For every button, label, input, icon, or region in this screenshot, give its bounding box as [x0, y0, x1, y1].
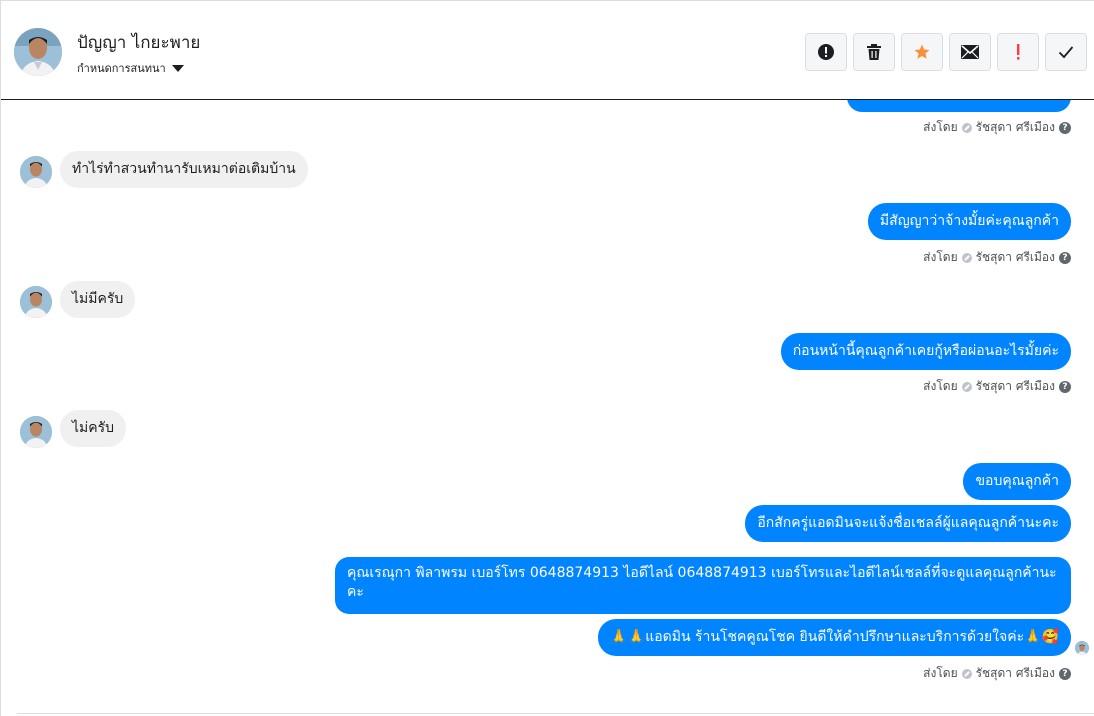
agent-avatar-icon: [961, 668, 972, 679]
sent-by-label: ส่งโดย รัชสุดา ศรีเมือง ?: [923, 118, 1071, 137]
delete-button[interactable]: [853, 33, 895, 71]
composer-divider: [17, 713, 1094, 714]
seen-avatar: [1075, 641, 1089, 655]
trash-icon: [866, 43, 882, 61]
sent-by-prefix: ส่งโดย: [923, 250, 958, 264]
agent-avatar-icon: [961, 252, 972, 263]
sent-by-agent: รัชสุดา ศรีเมือง: [975, 379, 1055, 393]
message-list[interactable]: ส่งโดย รัชสุดา ศรีเมือง ? ทำไร่ทำสวนทำนา…: [1, 100, 1094, 716]
sent-by-label: ส่งโดย รัชสุดา ศรีเมือง ?: [923, 248, 1071, 267]
message-bubble-outgoing[interactable]: ขอบคุณลูกค้า: [963, 463, 1071, 500]
message-bubble-outgoing[interactable]: คุณเรณุกา พิลาพรม เบอร์โทร 0648874913 ไอ…: [335, 557, 1071, 614]
sent-by-agent: รัชสุดา ศรีเมือง: [975, 250, 1055, 264]
contact-avatar-small: [20, 156, 52, 188]
conversation-panel: ปัญญา ไกยะพาย กำหนดการสนทนา ส่งโดย รัชสุ…: [0, 0, 1094, 716]
conversation-toolbar: [805, 33, 1087, 71]
mark-spam-button[interactable]: [805, 33, 847, 71]
sent-by-prefix: ส่งโดย: [923, 379, 958, 393]
sent-by-prefix: ส่งโดย: [923, 666, 958, 680]
help-icon[interactable]: ?: [1059, 667, 1071, 680]
message-bubble-incoming[interactable]: ทำไร่ทำสวนทำนารับเหมาต่อเติมบ้าน: [60, 151, 308, 188]
message-bubble-outgoing[interactable]: มีสัญญาว่าจ้างมั้ยค่ะคุณลูกค้า: [867, 203, 1071, 240]
assign-conversation-label: กำหนดการสนทนา: [77, 62, 166, 75]
contact-name: ปัญญา ไกยะพาย: [77, 33, 201, 53]
sent-by-agent: รัชสุดา ศรีเมือง: [975, 120, 1055, 134]
agent-avatar-icon: [961, 122, 972, 133]
help-icon[interactable]: ?: [1059, 380, 1071, 393]
sent-by-prefix: ส่งโดย: [923, 120, 958, 134]
help-icon[interactable]: ?: [1059, 251, 1071, 264]
caret-down-icon: [171, 64, 184, 72]
sent-by-label: ส่งโดย รัชสุดา ศรีเมือง ?: [923, 664, 1071, 683]
message-bubble-incoming[interactable]: ไม่มีครับ: [60, 281, 136, 318]
star-icon: [913, 43, 931, 61]
exclamation-icon: [1015, 43, 1021, 61]
follow-up-button[interactable]: [997, 33, 1039, 71]
contact-avatar-small: [20, 416, 52, 448]
conversation-header: ปัญญา ไกยะพาย กำหนดการสนทนา: [1, 1, 1094, 100]
contact-avatar[interactable]: [14, 28, 62, 76]
message-bubble-outgoing[interactable]: [847, 100, 1071, 112]
mark-unread-button[interactable]: [949, 33, 991, 71]
star-button[interactable]: [901, 33, 943, 71]
assign-conversation-dropdown[interactable]: กำหนดการสนทนา: [77, 59, 184, 77]
message-bubble-incoming[interactable]: ไม่ครับ: [60, 410, 127, 447]
alert-circle-icon: [817, 43, 835, 61]
message-bubble-outgoing[interactable]: อีกสักครู่แอดมินจะแจ้งชื่อเชลล์ผู้แลคุณล…: [745, 505, 1071, 542]
envelope-icon: [961, 45, 979, 59]
message-bubble-outgoing[interactable]: ก่อนหน้านี้คุณลูกค้าเคยกู้หรือผ่อนอะไรมั…: [780, 333, 1071, 370]
sent-by-agent: รัชสุดา ศรีเมือง: [975, 666, 1055, 680]
sent-by-label: ส่งโดย รัชสุดา ศรีเมือง ?: [923, 377, 1071, 396]
check-icon: [1058, 45, 1074, 59]
contact-avatar-small: [20, 286, 52, 318]
message-bubble-outgoing[interactable]: 🙏🙏แอดมิน ร้านโชคคูณโชค ยินดีให้คำปรึกษาแ…: [598, 619, 1071, 656]
agent-avatar-icon: [961, 381, 972, 392]
help-icon[interactable]: ?: [1059, 121, 1071, 134]
mark-done-button[interactable]: [1045, 33, 1087, 71]
